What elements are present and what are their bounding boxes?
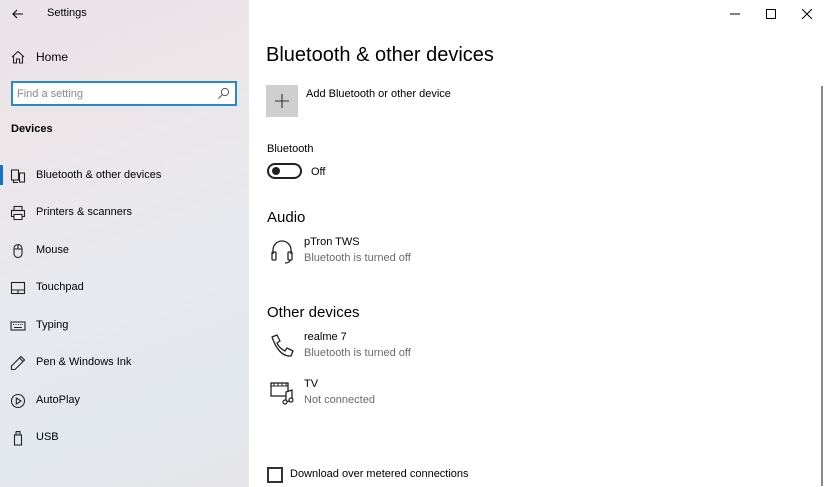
touchpad-icon [10, 281, 26, 295]
sidebar-item-label: AutoPlay [36, 394, 81, 406]
main-content: Bluetooth & other devices Add Bluetooth … [249, 0, 825, 487]
add-device-button[interactable]: Add Bluetooth or other device [266, 85, 566, 117]
autoplay-icon [10, 393, 26, 409]
sidebar-item-autoplay[interactable]: AutoPlay [0, 382, 249, 419]
close-button[interactable] [789, 0, 825, 27]
sidebar-item-mouse[interactable]: Mouse [0, 232, 249, 269]
device-item-ptron[interactable]: pTron TWS Bluetooth is turned off [267, 236, 567, 272]
toggle-knob [272, 167, 280, 175]
add-device-label[interactable]: Add Bluetooth or other device [306, 88, 451, 100]
device-name: realme 7 [304, 331, 347, 343]
minimize-icon [730, 13, 740, 14]
search-input[interactable] [17, 85, 207, 103]
sidebar-item-label: Bluetooth & other devices [36, 169, 162, 181]
mouse-icon [13, 243, 23, 259]
device-status: Bluetooth is turned off [304, 347, 411, 359]
scrollbar[interactable] [821, 86, 823, 486]
sidebar-item-label: Touchpad [36, 281, 84, 293]
media-device-icon [270, 382, 294, 405]
device-item-realme[interactable]: realme 7 Bluetooth is turned off [267, 331, 567, 367]
sidebar-item-bluetooth[interactable]: Bluetooth & other devices [0, 157, 249, 194]
sidebar-item-label: Printers & scanners [36, 206, 132, 218]
bluetooth-toggle[interactable] [267, 163, 302, 179]
close-icon [802, 8, 812, 19]
add-tile[interactable] [266, 85, 298, 117]
device-status: Bluetooth is turned off [304, 252, 411, 264]
device-name: pTron TWS [304, 236, 360, 248]
back-arrow-icon [12, 9, 23, 18]
title-bar: Settings [0, 0, 249, 27]
metered-label[interactable]: Download over metered connections [290, 468, 469, 480]
printer-icon [10, 205, 26, 221]
section-title: Devices [11, 123, 53, 135]
page-title: Bluetooth & other devices [266, 44, 494, 66]
minimize-button[interactable] [717, 0, 753, 27]
search-box[interactable] [11, 81, 237, 106]
sidebar-item-label: Home [36, 50, 69, 64]
sidebar-item-label: Mouse [36, 244, 70, 256]
sidebar-item-pen[interactable]: Pen & Windows Ink [0, 344, 249, 381]
bluetooth-devices-icon [10, 169, 26, 184]
headset-icon [271, 240, 293, 264]
plus-icon [275, 94, 289, 108]
sidebar-item-typing[interactable]: Typing [0, 307, 249, 344]
metered-checkbox[interactable] [267, 467, 283, 483]
device-item-tv[interactable]: TV Not connected [267, 378, 567, 414]
phone-icon [271, 334, 294, 357]
metered-connections-option[interactable]: Download over metered connections [267, 467, 567, 485]
sidebar-item-printers[interactable]: Printers & scanners [0, 194, 249, 231]
device-name: TV [304, 378, 319, 390]
sidebar-item-touchpad[interactable]: Touchpad [0, 269, 249, 306]
back-button[interactable] [0, 0, 36, 27]
pen-icon [10, 355, 26, 371]
maximize-icon [766, 8, 776, 19]
other-devices-section-title: Other devices [267, 304, 360, 321]
maximize-button[interactable] [753, 0, 789, 27]
bluetooth-label: Bluetooth [267, 143, 314, 155]
sidebar-item-label: USB [36, 431, 59, 443]
sidebar-item-label: Typing [36, 319, 69, 331]
device-status: Not connected [304, 394, 375, 406]
active-indicator [0, 165, 3, 185]
sidebar-item-usb[interactable]: USB [0, 419, 249, 456]
keyboard-icon [10, 321, 26, 331]
sidebar-item-home[interactable]: Home [0, 44, 249, 70]
sidebar: Settings Home Devices Bluetooth & other … [0, 0, 249, 487]
audio-section-title: Audio [267, 209, 306, 226]
search-icon[interactable] [217, 87, 230, 100]
usb-icon [13, 430, 23, 446]
home-icon [11, 50, 25, 64]
sidebar-item-label: Pen & Windows Ink [36, 356, 132, 368]
bluetooth-state: Off [311, 166, 326, 178]
app-title: Settings [47, 7, 87, 19]
